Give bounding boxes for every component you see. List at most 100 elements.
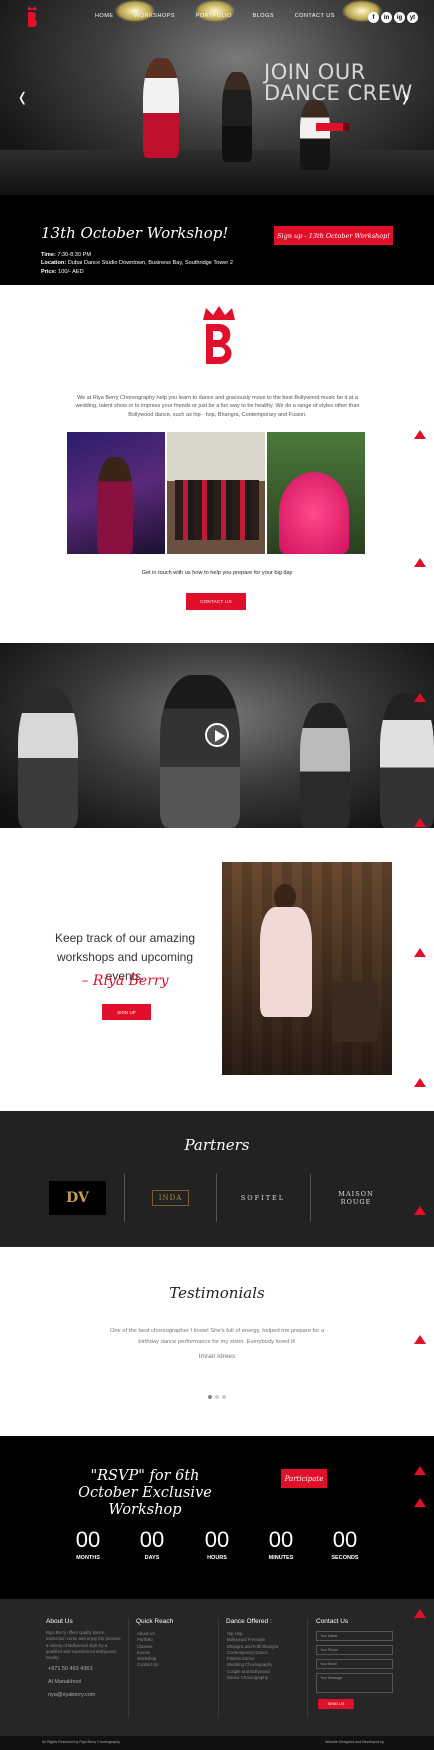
carousel-dot[interactable]: [215, 1395, 219, 1399]
location-label: Location:: [41, 260, 67, 267]
footer-phone[interactable]: +971 50 463 4363: [48, 1666, 93, 1672]
gallery-photo-2[interactable]: [167, 432, 265, 554]
countdown-seconds: 00 SECONDS: [331, 1527, 359, 1562]
partner-divider: [310, 1174, 311, 1222]
footer-city: Al Manakhool: [48, 1679, 82, 1685]
testimonials-title: Testimonials: [169, 1284, 265, 1302]
decorative-triangle: [414, 1466, 426, 1475]
message-textarea[interactable]: Your Message: [316, 1673, 393, 1693]
play-icon[interactable]: [205, 723, 229, 747]
partners-section: Partners DV INDA SOFITEL MAISON ROUGE: [0, 1111, 434, 1247]
nav-home[interactable]: HOME: [95, 13, 114, 19]
decorative-triangle: [414, 818, 426, 827]
price-value: 100/- AED: [58, 268, 84, 275]
nav-blogs[interactable]: BLOGS: [253, 13, 274, 19]
decorative-triangle: [414, 948, 426, 957]
dance-links: Hip Hop Bollywood Freestyle Bhangra and …: [227, 1631, 282, 1681]
phone-input[interactable]: Your Phone: [316, 1645, 393, 1655]
decorative-triangle: [414, 1078, 426, 1087]
partner-divider: [124, 1174, 125, 1222]
partner-divider: [216, 1174, 217, 1222]
footer-quick-title: Quick Reach: [136, 1618, 174, 1625]
newsletter-section: Keep track of our amazing workshops and …: [0, 828, 434, 1111]
countdown-days: 00 DAYS: [139, 1527, 165, 1562]
footer: About Us Riya Berry offers quality dance…: [0, 1599, 434, 1736]
linkedin-icon[interactable]: in: [381, 12, 392, 23]
quick-links: About Us Portfolio Classes Events Worksh…: [137, 1631, 158, 1669]
decorative-triangle: [414, 693, 426, 702]
partner-logo-maison-rouge[interactable]: MAISON ROUGE: [326, 1181, 386, 1215]
workshop-banner: 13th October Workshop! Time: 7:30-8:30 P…: [0, 195, 434, 285]
workshop-details: Time: 7:30-8:30 PM Location: Dubai Dance…: [41, 251, 233, 276]
slider-next-icon[interactable]: ›: [402, 79, 409, 116]
brand-logo-large: [203, 306, 235, 364]
partner-logo-dv[interactable]: DV: [49, 1181, 106, 1215]
copyright-text: All Rights Reserved by Riya Berry Choreo…: [42, 1740, 120, 1744]
nav-portfolio[interactable]: PORTFOLIO: [196, 13, 232, 19]
footer-email[interactable]: riya@riyaberry.com: [48, 1692, 95, 1698]
hero-slide-button[interactable]: [316, 123, 344, 131]
video-section: [0, 643, 434, 828]
main-navigation: HOME WORKSHOPS PORTFOLIO BLOGS CONTACT U…: [95, 13, 335, 19]
location-value: Dubai Dance Studio Downtown, Business Ba…: [67, 260, 233, 267]
slider-prev-icon[interactable]: ‹: [19, 79, 26, 116]
footer-contact-title: Contact Us: [316, 1618, 349, 1625]
brand-logo[interactable]: [24, 5, 40, 29]
dancer-figure: [222, 72, 252, 162]
dance-link[interactable]: Bhangra and Folk Bhangra: [227, 1644, 282, 1650]
workshop-title: 13th October Workshop!: [41, 224, 229, 242]
rsvp-section: "RSVP" for 6th October Exclusive Worksho…: [0, 1436, 434, 1599]
testimonial-author: Imran Idrees: [198, 1353, 236, 1360]
send-us-button[interactable]: SEND US: [318, 1699, 354, 1709]
countdown-months: 00 MONTHS: [75, 1527, 101, 1562]
countdown-hours: 00 HOURS: [204, 1527, 230, 1562]
partner-logo-sofitel[interactable]: SOFITEL: [233, 1181, 293, 1215]
social-links: f in ig yt: [368, 12, 418, 23]
name-input[interactable]: Your Name: [316, 1631, 393, 1641]
decorative-triangle: [414, 558, 426, 567]
rsvp-title: "RSVP" for 6th October Exclusive Worksho…: [78, 1468, 212, 1518]
gallery-photo-3[interactable]: [267, 432, 365, 554]
riya-berry-photo: [222, 862, 392, 1075]
stage-floor: [0, 150, 434, 195]
dance-link[interactable]: Couple and Bollywood Dance Choreography: [227, 1669, 282, 1682]
facebook-icon[interactable]: f: [368, 12, 379, 23]
countdown-minutes: 00 MINUTES: [268, 1527, 294, 1562]
hero-slider: JOIN OUR DANCE CREW HOME WORKSHOPS PORTF…: [0, 0, 434, 195]
email-input[interactable]: Your Email: [316, 1659, 393, 1669]
carousel-dot-active[interactable]: [208, 1395, 212, 1399]
youtube-icon[interactable]: yt: [407, 12, 418, 23]
hero-slide-button-arrow[interactable]: [343, 123, 349, 131]
testimonials-section: Testimonials One of the best choreograph…: [0, 1247, 434, 1436]
nav-workshops[interactable]: WORKSHOPS: [134, 13, 175, 19]
get-in-touch-text: Get in touch with us how to help you pre…: [141, 570, 293, 576]
time-value: 7:30-8:30 PM: [57, 252, 91, 258]
partners-title: Partners: [184, 1136, 250, 1154]
footer-about-text: Riya Berry offers quality dance instruct…: [46, 1630, 121, 1661]
participate-button[interactable]: Participate: [281, 1469, 327, 1488]
contact-us-button[interactable]: CONTACT US: [186, 593, 246, 610]
nav-contact-us[interactable]: CONTACT US: [295, 13, 335, 19]
quick-link[interactable]: Contact Us: [137, 1662, 158, 1668]
sign-up-button[interactable]: SIGN UP: [102, 1004, 151, 1020]
instagram-icon[interactable]: ig: [394, 12, 405, 23]
signature: – Riya Berry: [81, 973, 169, 989]
decorative-triangle: [414, 430, 426, 439]
credit-text[interactable]: Website Designed and Developed by: [325, 1740, 384, 1744]
decorative-triangle: [414, 1609, 426, 1618]
decorative-triangle: [414, 1498, 426, 1507]
time-label: Time:: [41, 252, 56, 258]
workshop-signup-button[interactable]: Sign up - 13th October Workshop!: [274, 226, 393, 245]
about-section: We at Riya Berry Choreography help you l…: [0, 285, 434, 643]
price-label: Price:: [41, 268, 57, 275]
gallery-photo-1[interactable]: [67, 432, 165, 554]
decorative-triangle: [414, 1335, 426, 1344]
footer-bottom-bar: All Rights Reserved by Riya Berry Choreo…: [0, 1736, 434, 1750]
decorative-triangle: [414, 1206, 426, 1215]
partner-logo-inda[interactable]: INDA: [142, 1181, 199, 1215]
footer-dance-title: Dance Offered :: [226, 1618, 272, 1625]
about-description: We at Riya Berry Choreography help you l…: [75, 395, 360, 418]
testimonial-quote: One of the best choreographer I know! Sh…: [109, 1328, 325, 1345]
carousel-dot[interactable]: [222, 1395, 226, 1399]
dancer-figure: [300, 100, 330, 170]
